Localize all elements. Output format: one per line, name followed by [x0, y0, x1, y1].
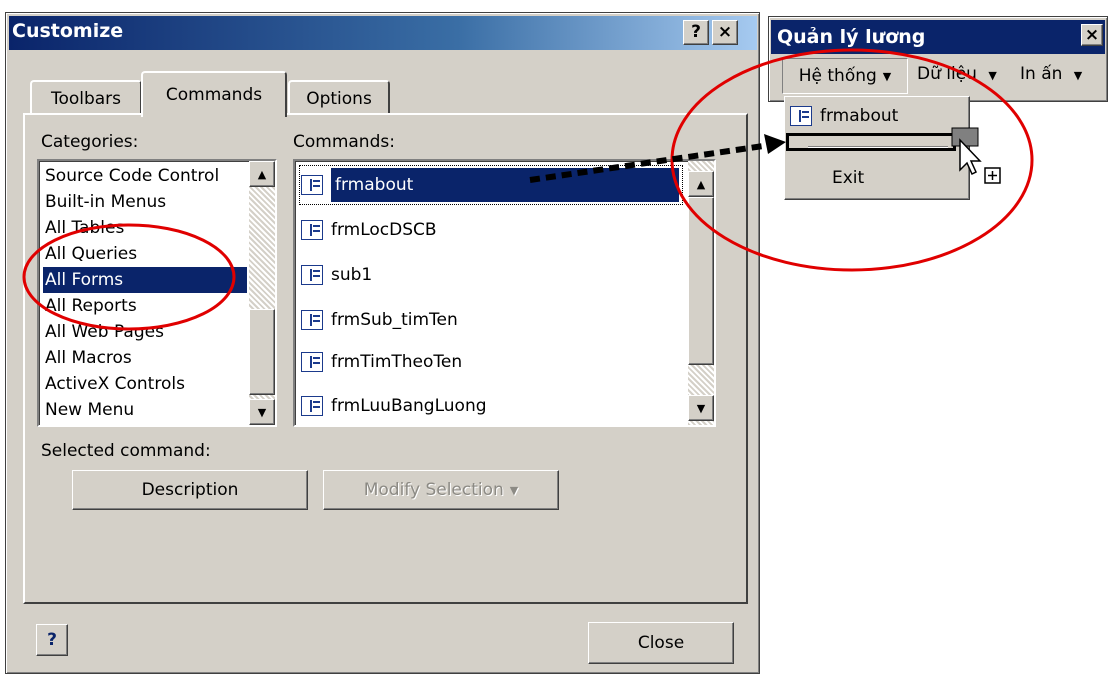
tab-commands-label: Commands — [165, 85, 263, 105]
list-item[interactable]: frmLuuBangLuong — [301, 389, 487, 423]
list-item[interactable]: frmTimTheoTen — [301, 345, 462, 379]
menu-label: In ấn — [1020, 64, 1063, 84]
tab-commands[interactable]: Commands — [141, 71, 287, 117]
form-icon — [301, 220, 323, 240]
menu-label: Dữ liệu — [917, 64, 977, 84]
menu-item-label: frmabout — [820, 106, 899, 126]
scroll-up-icon[interactable]: ▲ — [249, 161, 275, 187]
list-item[interactable]: All Macros — [43, 345, 134, 371]
form-icon — [790, 106, 812, 126]
list-item[interactable]: New Menu — [43, 397, 136, 423]
menu-he-thong[interactable]: Hệ thống ▼ — [782, 58, 908, 94]
command-label: frmSub_timTen — [331, 310, 458, 330]
close-button[interactable]: Close — [588, 622, 734, 664]
tab-options[interactable]: Options — [288, 80, 390, 115]
scroll-down-icon[interactable]: ▼ — [249, 399, 275, 425]
toolbar-title: Quản lý lương — [777, 26, 926, 48]
list-item[interactable]: All Web Pages — [43, 319, 166, 345]
command-label: sub1 — [331, 265, 373, 285]
scroll-thumb[interactable] — [249, 309, 275, 395]
list-item[interactable]: ActiveX Controls — [43, 371, 187, 397]
menu-du-lieu[interactable]: Dữ liệu ▼ — [917, 64, 997, 84]
scroll-down-icon[interactable]: ▼ — [688, 395, 714, 421]
command-label: frmabout — [331, 168, 679, 202]
list-item[interactable]: All Queries — [43, 241, 139, 267]
list-item[interactable]: Built-in Menus — [43, 189, 168, 215]
dropdown-arrow-icon: ▼ — [509, 483, 519, 497]
dialog-title: Customize — [12, 20, 124, 42]
list-item[interactable]: Source Code Control — [43, 163, 221, 189]
chevron-down-icon: ▼ — [882, 69, 892, 83]
menu-item-frmabout[interactable]: frmabout — [790, 102, 898, 130]
selected-command-label: Selected command: — [41, 441, 211, 461]
list-item[interactable]: frmLocDSCB — [301, 213, 437, 247]
form-icon — [301, 396, 323, 416]
list-item[interactable]: All Tables — [43, 215, 126, 241]
scroll-thumb[interactable] — [688, 197, 714, 365]
chevron-down-icon: ▼ — [988, 69, 997, 82]
command-label: frmLuuBangLuong — [331, 396, 487, 416]
command-label: frmLocDSCB — [331, 220, 437, 240]
close-button-label: Close — [637, 633, 685, 653]
form-icon — [301, 310, 323, 330]
tab-options-label: Options — [306, 88, 372, 109]
list-item[interactable]: All Reports — [43, 293, 139, 319]
scroll-up-icon[interactable]: ▲ — [688, 171, 714, 197]
form-icon — [301, 352, 323, 372]
insertion-marker — [786, 133, 956, 151]
categories-list[interactable]: Source Code Control Built-in Menus All T… — [37, 159, 277, 427]
list-item[interactable]: sub1 — [301, 258, 372, 292]
list-item-selected[interactable]: frmabout — [301, 168, 679, 202]
help-question-icon[interactable]: ? — [36, 624, 68, 656]
commands-list[interactable]: frmabout frmLocDSCB sub1 frmSub_timTen f… — [293, 159, 716, 427]
menu-label: Hệ thống — [798, 66, 877, 86]
tab-toolbars-label: Toolbars — [50, 88, 122, 109]
help-button[interactable]: ? — [683, 20, 709, 45]
drag-arrow-head — [764, 134, 786, 154]
menu-separator — [808, 146, 948, 148]
categories-label: Categories: — [41, 132, 139, 152]
chevron-down-icon: ▼ — [1073, 69, 1083, 82]
menu-item-exit[interactable]: Exit — [832, 168, 864, 188]
close-icon[interactable]: × — [712, 20, 738, 45]
tab-toolbars[interactable]: Toolbars — [30, 80, 142, 115]
commands-label: Commands: — [293, 132, 395, 152]
modify-selection-label: Modify Selection — [363, 480, 504, 500]
command-label: frmTimTheoTen — [331, 352, 463, 372]
modify-selection-button[interactable]: Modify Selection ▼ — [323, 470, 559, 510]
form-icon — [301, 175, 323, 195]
form-icon — [301, 265, 323, 285]
list-item[interactable]: frmSub_timTen — [301, 303, 458, 337]
close-icon[interactable]: × — [1081, 24, 1103, 46]
list-item-selected[interactable]: All Forms — [43, 267, 247, 293]
description-button-label: Description — [141, 480, 239, 500]
menu-in-an[interactable]: In ấn ▼ — [1020, 64, 1082, 84]
description-button[interactable]: Description — [72, 470, 308, 510]
